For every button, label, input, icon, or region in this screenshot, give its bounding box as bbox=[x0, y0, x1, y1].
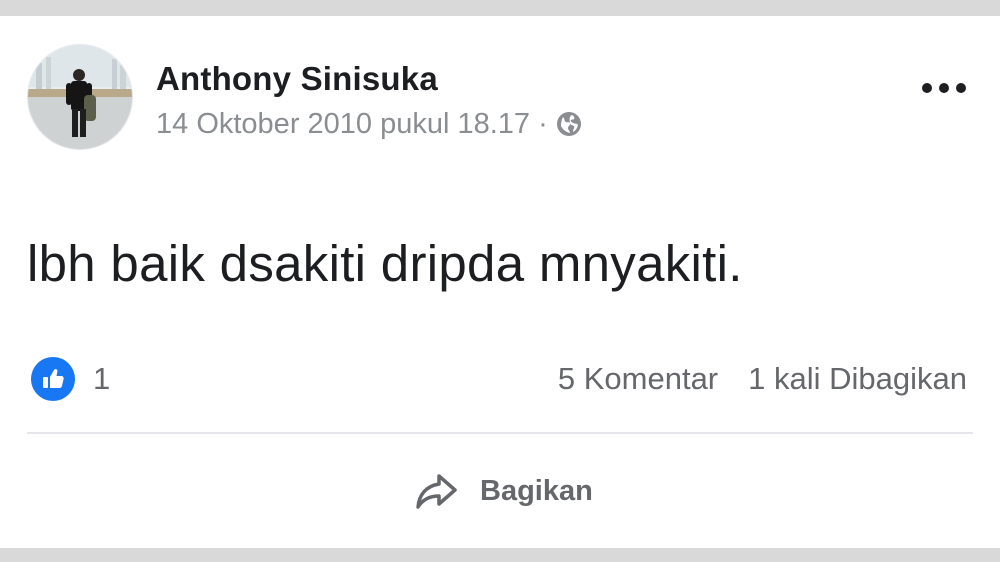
post-meta: 14 Oktober 2010 pukul 18.17 · bbox=[156, 107, 582, 141]
more-dot-icon bbox=[939, 83, 949, 93]
more-dot-icon bbox=[956, 83, 966, 93]
comments-count-link[interactable]: 5 Komentar bbox=[558, 361, 718, 397]
meta-separator: · bbox=[538, 107, 548, 140]
share-button[interactable]: Bagikan bbox=[412, 466, 593, 516]
divider bbox=[27, 432, 973, 434]
reactions-summary[interactable]: 1 bbox=[31, 356, 110, 402]
author-name[interactable]: Anthony Sinisuka bbox=[156, 60, 438, 98]
share-label: Bagikan bbox=[480, 474, 593, 507]
globe-icon[interactable] bbox=[556, 111, 582, 137]
post-timestamp[interactable]: 14 Oktober 2010 pukul 18.17 bbox=[156, 108, 530, 141]
avatar[interactable] bbox=[27, 44, 133, 150]
more-dot-icon bbox=[922, 83, 932, 93]
reaction-count: 1 bbox=[93, 361, 111, 396]
like-icon bbox=[31, 357, 75, 401]
shares-count-link[interactable]: 1 kali Dibagikan bbox=[748, 361, 967, 397]
share-arrow-icon bbox=[416, 474, 457, 509]
post-text: lbh baik dsakiti dripda mnyakiti. bbox=[27, 235, 743, 292]
avatar-photo bbox=[28, 45, 132, 149]
engagement-counts: 5 Komentar 1 kali Dibagikan bbox=[558, 356, 967, 402]
more-options-button[interactable] bbox=[922, 76, 966, 100]
post-card: Anthony Sinisuka 14 Oktober 2010 pukul 1… bbox=[0, 16, 1000, 548]
